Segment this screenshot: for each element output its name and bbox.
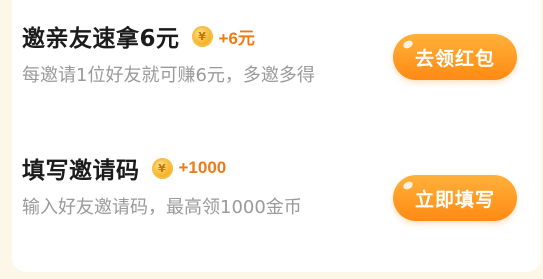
task-reward: +6元 [218, 28, 255, 48]
coin-icon: ¥ [151, 157, 173, 179]
task-title: 邀亲友速拿6元 [22, 26, 180, 52]
task-reward: +1000 [178, 158, 227, 177]
task-description: 输入好友邀请码，最高领1000金币 [22, 197, 302, 218]
fill-invite-code-button[interactable]: 立即填写 [393, 175, 517, 221]
coin-icon: ¥ [191, 25, 213, 47]
task-description: 每邀请1位好友就可赚6元，多邀多得 [22, 65, 315, 86]
claim-red-packet-button[interactable]: 去领红包 [393, 34, 517, 80]
task-title: 填写邀请码 [22, 158, 140, 184]
task-enter-invite-code: 填写邀请码 ¥ +1000 输入好友邀请码，最高领1000金币 立即填写 [22, 150, 521, 223]
task-invite-friends: 邀亲友速拿6元 ¥ +6元 每邀请1位好友就可赚6元，多邀多得 去领红包 [22, 18, 521, 91]
